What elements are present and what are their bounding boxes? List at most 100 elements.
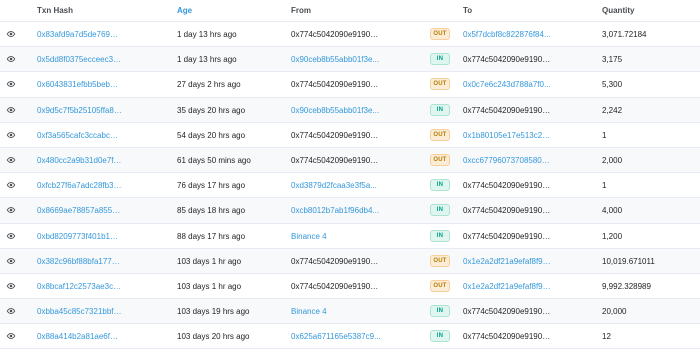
quantity-value: 2,000 [602, 155, 623, 165]
to-address: 0x774c5042090e91907... [463, 105, 551, 115]
txn-hash-link[interactable]: 0x5dd8f0375ecceec3cf... [37, 55, 122, 64]
quantity-value: 5,300 [602, 80, 623, 90]
txn-hash-link[interactable]: 0x83afd9a7d5de76998... [37, 30, 122, 39]
table-body: 0x83afd9a7d5de76998... 1 day 13 hrs ago 0x… [0, 22, 700, 350]
table-row: 0xbba45c85c7321bbf5... 103 days 19 hrs ag… [0, 299, 700, 325]
table-row: 0x88a414b2a81ae6fa9... 103 days 20 hrs ag… [0, 324, 700, 350]
table-row: 0x6043831efbb5bebd5... 27 days 2 hrs ago 0… [0, 72, 700, 98]
to-address: 0x774c5042090e91907... [463, 332, 551, 342]
table-row: 0x83afd9a7d5de76998... 1 day 13 hrs ago 0x… [0, 22, 700, 48]
quantity-value: 4,000 [602, 206, 623, 216]
direction-badge: IN [430, 204, 450, 217]
txn-hash-link[interactable]: 0xfcb27f6a7adc28fb3f... [37, 181, 122, 190]
direction-badge: IN [430, 53, 450, 66]
transactions-table: Txn Hash Age From To Quantity 0x83afd9a7… [0, 0, 700, 350]
to-address[interactable]: 0x1e2a2df21a9efaf8f9f... [463, 282, 551, 291]
txn-hash-link[interactable]: 0x9d5c7f5b25105ffa85... [37, 106, 122, 115]
table-row: 0xf3a565cafc3ccabc44... 54 days 20 hrs ag… [0, 123, 700, 148]
direction-badge: IN [430, 305, 450, 318]
eye-icon[interactable] [6, 205, 16, 215]
direction-badge: OUT [430, 28, 450, 40]
table-row: 0x382c96bf88bfa1771... 103 days 1 hr ago 0… [0, 248, 700, 274]
age-text: 1 day 13 hrs ago [177, 55, 237, 65]
quantity-value: 3,175 [602, 55, 623, 65]
eye-icon[interactable] [6, 256, 16, 266]
column-header-quantity: Quantity [602, 6, 635, 15]
table-row: 0x8669ae78857a855a1... 85 days 18 hrs ago… [0, 198, 700, 224]
table-row: 0x8bcaf12c2573ae3cb... 103 days 1 hr ago 0… [0, 274, 700, 300]
from-address: 0x774c5042090e91907... [291, 256, 381, 266]
age-text: 35 days 20 hrs ago [177, 105, 246, 115]
column-header-txn-hash: Txn Hash [37, 6, 74, 15]
eye-icon[interactable] [6, 155, 16, 165]
from-address[interactable]: 0xcb8012b7ab1f96db4... [291, 206, 381, 215]
column-header-from: From [291, 6, 311, 15]
eye-icon[interactable] [6, 54, 16, 64]
eye-icon[interactable] [6, 231, 16, 241]
txn-hash-link[interactable]: 0x6043831efbb5bebd5... [37, 80, 122, 89]
direction-badge: OUT [430, 128, 450, 141]
from-address: 0x774c5042090e91907... [291, 80, 381, 90]
txn-hash-link[interactable]: 0x480cc2a9b31d0e7ff... [37, 156, 122, 165]
eye-icon[interactable] [6, 331, 16, 341]
direction-badge: OUT [430, 254, 450, 267]
direction-badge: OUT [430, 78, 450, 91]
direction-badge: OUT [430, 153, 450, 166]
quantity-value: 1 [602, 181, 607, 191]
quantity-value: 3,071.72184 [602, 30, 647, 39]
txn-hash-link[interactable]: 0xbd8209773f401b144... [37, 232, 122, 241]
from-address[interactable]: Binance 4 [291, 232, 381, 241]
to-address[interactable]: 0x5f7dcbf8c822876f84... [463, 30, 551, 39]
txn-hash-link[interactable]: 0xf3a565cafc3ccabc44... [37, 131, 122, 140]
table-row: 0xfcb27f6a7adc28fb3f... 76 days 17 hrs ag… [0, 173, 700, 199]
direction-badge: IN [430, 103, 450, 116]
eye-icon[interactable] [6, 105, 16, 115]
age-text: 61 days 50 mins ago [177, 155, 251, 165]
to-address[interactable]: 0x0c7e6c243d788a7f0... [463, 80, 551, 89]
age-text: 85 days 18 hrs ago [177, 206, 246, 216]
from-address[interactable]: 0x90ceb8b55abb01f3e... [291, 106, 381, 115]
age-text: 54 days 20 hrs ago [177, 130, 246, 140]
table-row: 0x480cc2a9b31d0e7ff... 61 days 50 mins ag… [0, 147, 700, 174]
direction-badge: OUT [430, 279, 450, 292]
from-address[interactable]: Binance 4 [291, 307, 381, 316]
to-address: 0x774c5042090e91907... [463, 55, 551, 65]
from-address: 0x774c5042090e91907... [291, 155, 381, 165]
age-text: 103 days 1 hr ago [177, 256, 242, 266]
from-address: 0x774c5042090e91907... [291, 281, 381, 291]
table-row: 0x9d5c7f5b25105ffa85... 35 days 20 hrs ag… [0, 97, 700, 123]
age-text: 103 days 20 hrs ago [177, 332, 250, 342]
eye-icon[interactable] [6, 306, 16, 316]
from-address[interactable]: 0xd3879d2fcaa3e3f5a... [291, 181, 381, 190]
from-address: 0x774c5042090e91907... [291, 130, 381, 140]
to-address[interactable]: 0xcc67796073708580d... [463, 156, 551, 165]
age-text: 76 days 17 hrs ago [177, 181, 246, 191]
age-text: 103 days 1 hr ago [177, 281, 242, 291]
eye-icon[interactable] [6, 79, 16, 89]
txn-hash-link[interactable]: 0x88a414b2a81ae6fa9... [37, 332, 122, 341]
eye-icon[interactable] [6, 180, 16, 190]
from-address[interactable]: 0x625a671165e5387c9... [291, 332, 381, 341]
eye-icon[interactable] [6, 281, 16, 291]
eye-icon[interactable] [6, 29, 16, 39]
direction-badge: IN [430, 179, 450, 192]
txn-hash-link[interactable]: 0x8bcaf12c2573ae3cb... [37, 282, 122, 291]
age-text: 88 days 17 hrs ago [177, 231, 246, 241]
column-header-age[interactable]: Age [177, 6, 192, 15]
eye-icon[interactable] [6, 130, 16, 140]
to-address: 0x774c5042090e91907... [463, 206, 551, 216]
to-address: 0x774c5042090e91907... [463, 307, 551, 317]
table-header: Txn Hash Age From To Quantity [0, 0, 700, 22]
to-address[interactable]: 0x1b80105e17e513c23... [463, 131, 551, 140]
quantity-value: 9,992.328989 [602, 281, 651, 291]
txn-hash-link[interactable]: 0xbba45c85c7321bbf5... [37, 307, 122, 316]
direction-badge: IN [430, 229, 450, 242]
table-row: 0xbd8209773f401b144... 88 days 17 hrs ago… [0, 224, 700, 249]
to-address[interactable]: 0x1e2a2df21a9efaf8f9f... [463, 257, 551, 266]
from-address: 0x774c5042090e91907... [291, 30, 381, 39]
quantity-value: 1 [602, 130, 607, 140]
txn-hash-link[interactable]: 0x382c96bf88bfa1771... [37, 257, 122, 266]
quantity-value: 12 [602, 332, 611, 342]
from-address[interactable]: 0x90ceb8b55abb01f3e... [291, 55, 381, 64]
txn-hash-link[interactable]: 0x8669ae78857a855a1... [37, 206, 122, 215]
